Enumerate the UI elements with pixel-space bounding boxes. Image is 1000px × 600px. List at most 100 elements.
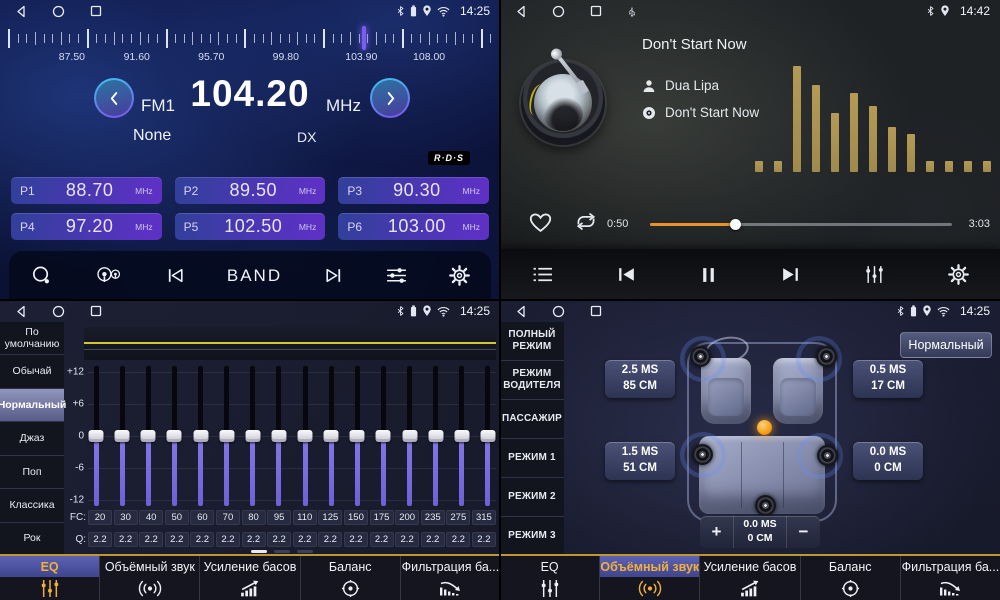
audio-tab-3[interactable]: Баланс	[801, 556, 901, 600]
eq-slider-handle[interactable]	[115, 430, 130, 442]
eq-band-slider[interactable]	[323, 366, 339, 506]
recents-button-icon[interactable]	[590, 5, 602, 17]
eq-slider-handle[interactable]	[428, 430, 443, 442]
radio-preset-button-p6[interactable]: P6103.00MHz	[338, 213, 489, 240]
eq-slider-handle[interactable]	[454, 430, 469, 442]
eq-band-slider[interactable]	[166, 366, 182, 506]
listening-position-dot[interactable]	[757, 420, 772, 435]
audio-tab-2[interactable]: Усиление басов	[200, 556, 300, 600]
home-button-icon[interactable]	[52, 5, 65, 18]
eq-slider-handle[interactable]	[167, 430, 182, 442]
eq-slider-handle[interactable]	[324, 430, 339, 442]
equalizer-icon[interactable]	[864, 265, 885, 284]
back-button-icon[interactable]	[15, 5, 27, 18]
eq-slider-handle[interactable]	[376, 430, 391, 442]
delay-increase-button[interactable]: +	[700, 516, 733, 548]
eq-slider-handle[interactable]	[89, 430, 104, 442]
delay-decrease-button[interactable]: −	[787, 516, 820, 548]
eq-band-slider[interactable]	[375, 366, 391, 506]
sound-mode-item[interactable]: РЕЖИМ 2	[500, 478, 564, 517]
home-button-icon[interactable]	[552, 5, 565, 18]
settings-gear-icon[interactable]	[449, 265, 470, 286]
seek-bar-knob[interactable]	[730, 219, 741, 230]
recents-button-icon[interactable]	[590, 305, 602, 317]
eq-slider-handle[interactable]	[219, 430, 234, 442]
delay-front-left-button[interactable]: 2.5 MS 85 CM	[605, 360, 675, 398]
home-button-icon[interactable]	[52, 305, 65, 318]
eq-preset-item[interactable]: Классика	[0, 489, 64, 522]
sound-preset-button[interactable]: Нормальный	[900, 332, 992, 358]
eq-band-slider[interactable]	[140, 366, 156, 506]
eq-band-slider[interactable]	[428, 366, 444, 506]
previous-station-icon[interactable]	[165, 267, 186, 284]
back-button-icon[interactable]	[15, 305, 27, 318]
radio-preset-button-p5[interactable]: P5102.50MHz	[175, 213, 326, 240]
sound-mode-item[interactable]: ПАССАЖИР	[500, 400, 564, 439]
eq-band-slider[interactable]	[271, 366, 287, 506]
radio-preset-button-p1[interactable]: P188.70MHz	[11, 177, 162, 204]
sound-mode-item[interactable]: РЕЖИМ ВОДИТЕЛЯ	[500, 361, 564, 400]
eq-slider-handle[interactable]	[480, 430, 495, 442]
eq-band-slider[interactable]	[219, 366, 235, 506]
next-station-icon[interactable]	[323, 267, 344, 284]
eq-preset-item[interactable]: Джаз	[0, 422, 64, 455]
eq-band-slider[interactable]	[114, 366, 130, 506]
back-button-icon[interactable]	[515, 305, 527, 318]
audio-tab-0[interactable]: EQ	[500, 556, 600, 600]
eq-band-slider[interactable]	[349, 366, 365, 506]
audio-tab-2[interactable]: Усиление басов	[700, 556, 800, 600]
eq-band-slider[interactable]	[402, 366, 418, 506]
pause-icon[interactable]	[700, 266, 717, 284]
audio-tab-4[interactable]: Фильтрация ба...	[901, 556, 1000, 600]
eq-page-dash[interactable]	[251, 550, 267, 553]
eq-slider-handle[interactable]	[245, 430, 260, 442]
sound-mode-item[interactable]: РЕЖИМ 3	[500, 517, 564, 556]
eq-band-slider[interactable]	[193, 366, 209, 506]
broadcast-icon[interactable]	[94, 265, 124, 287]
eq-preset-item[interactable]: Рок	[0, 523, 64, 556]
eq-preset-item[interactable]: По умолчанию	[0, 322, 64, 355]
home-button-icon[interactable]	[552, 305, 565, 318]
radio-preset-button-p4[interactable]: P497.20MHz	[11, 213, 162, 240]
band-button[interactable]: BAND	[227, 266, 282, 286]
eq-band-slider[interactable]	[480, 366, 496, 506]
eq-page-dash[interactable]	[274, 550, 290, 553]
scan-icon[interactable]	[30, 264, 53, 287]
playlist-icon[interactable]	[532, 266, 553, 283]
audio-tab-0[interactable]: EQ	[0, 556, 100, 600]
frequency-dial[interactable]	[8, 26, 492, 50]
previous-track-icon[interactable]	[616, 266, 637, 283]
recents-button-icon[interactable]	[90, 5, 102, 17]
audio-settings-icon[interactable]	[385, 266, 408, 285]
repeat-icon[interactable]	[573, 211, 599, 232]
delay-rear-right-button[interactable]: 0.0 MS 0 CM	[853, 442, 923, 480]
radio-preset-button-p2[interactable]: P289.50MHz	[175, 177, 326, 204]
eq-band-slider[interactable]	[245, 366, 261, 506]
sound-mode-item[interactable]: ПОЛНЫЙ РЕЖИМ	[500, 322, 564, 361]
eq-band-slider[interactable]	[454, 366, 470, 506]
audio-tab-4[interactable]: Фильтрация ба...	[401, 556, 500, 600]
eq-slider-handle[interactable]	[350, 430, 365, 442]
eq-slider-handle[interactable]	[298, 430, 313, 442]
audio-tab-1[interactable]: Объёмный звук	[100, 556, 200, 600]
audio-tab-1[interactable]: Объёмный звук	[600, 556, 700, 600]
delay-front-right-button[interactable]: 0.5 MS 17 CM	[853, 360, 923, 398]
settings-gear-icon[interactable]	[948, 264, 969, 285]
eq-band-slider[interactable]	[88, 366, 104, 506]
back-button-icon[interactable]	[515, 5, 527, 18]
sound-mode-item[interactable]: РЕЖИМ 1	[500, 439, 564, 478]
eq-slider-handle[interactable]	[402, 430, 417, 442]
eq-slider-handle[interactable]	[193, 430, 208, 442]
recents-button-icon[interactable]	[90, 305, 102, 317]
delay-rear-left-button[interactable]: 1.5 MS 51 CM	[605, 442, 675, 480]
radio-preset-button-p3[interactable]: P390.30MHz	[338, 177, 489, 204]
eq-page-dash[interactable]	[297, 550, 313, 553]
audio-tab-3[interactable]: Баланс	[301, 556, 401, 600]
favorite-heart-icon[interactable]	[529, 212, 552, 232]
eq-preset-item[interactable]: Обычай	[0, 355, 64, 388]
eq-preset-item[interactable]: Нормальный	[0, 389, 64, 422]
next-track-icon[interactable]	[780, 266, 801, 283]
seek-bar[interactable]	[650, 223, 952, 226]
eq-slider-handle[interactable]	[141, 430, 156, 442]
eq-band-slider[interactable]	[297, 366, 313, 506]
